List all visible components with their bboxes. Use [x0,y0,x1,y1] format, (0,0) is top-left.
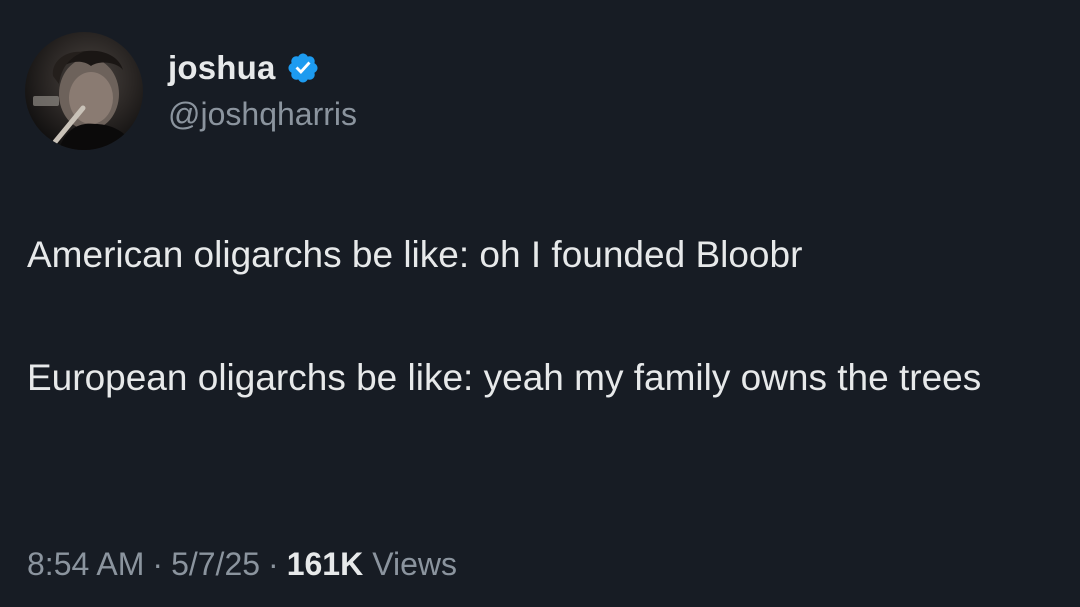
author-handle[interactable]: @joshqharris [168,96,357,133]
author-display-name[interactable]: joshua [168,49,276,87]
tweet-card: joshua @joshqharris American oligarchs b… [0,0,1080,607]
meta-separator: · [152,546,164,582]
views-label: Views [372,546,457,582]
tweet-paragraph-2: European oligarchs be like: yeah my fami… [27,357,982,398]
verified-badge-icon [286,51,320,85]
tweet-text: American oligarchs be like: oh I founded… [27,224,1037,408]
avatar[interactable] [25,32,143,150]
profile-photo-icon [33,50,135,150]
views-count: 161K [286,546,364,582]
tweet-time[interactable]: 8:54 AM [27,546,144,583]
author-name-row: joshua [168,48,320,88]
tweet-paragraph-1: American oligarchs be like: oh I founded… [27,234,803,275]
tweet-date[interactable]: 5/7/25 [171,546,260,583]
tweet-meta: 8:54 AM · 5/7/25 · 161K Views [27,546,457,583]
meta-separator: · [268,546,279,582]
